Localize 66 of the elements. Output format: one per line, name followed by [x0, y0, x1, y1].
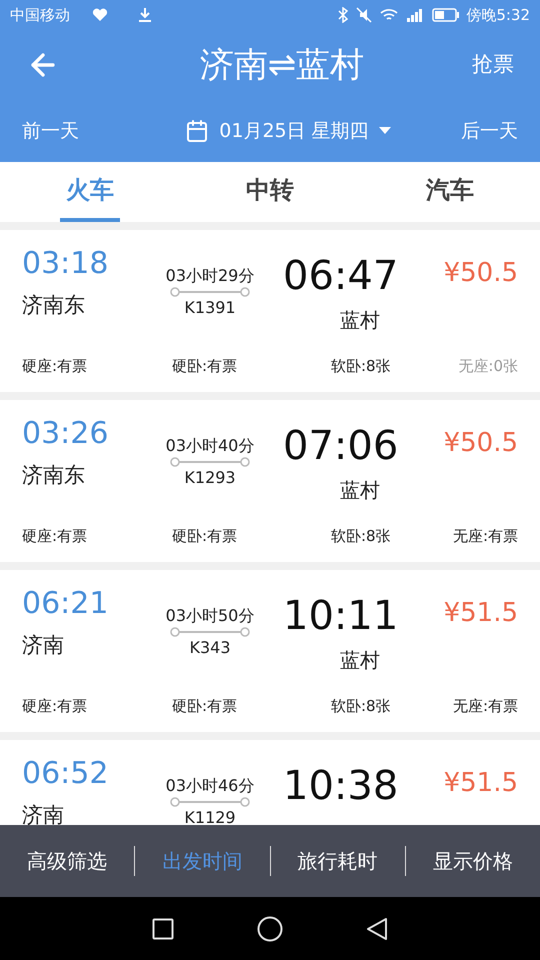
clock: 傍晚5:32 [466, 4, 530, 26]
duration: 03小时40分 [166, 436, 254, 456]
tab[interactable]: 汽车 [420, 162, 480, 222]
seat-availability: 硬卧:有票 [172, 696, 238, 716]
price: ¥51.5 [444, 598, 518, 630]
heart-icon [92, 8, 108, 22]
dropdown-caret-icon [378, 127, 391, 135]
wifi-icon [380, 8, 398, 22]
train-number: K343 [189, 638, 231, 658]
back-icon[interactable] [366, 916, 388, 940]
train-number: K1391 [184, 298, 236, 318]
arrival-time: 10:38 [283, 764, 398, 808]
arrival-time: 10:11 [283, 594, 398, 638]
departure-station: 济南东 [22, 292, 86, 318]
route-line-icon [169, 626, 251, 638]
departure-time: 03:26 [22, 416, 110, 452]
calendar-icon [185, 119, 210, 143]
price: ¥51.5 [444, 768, 518, 800]
download-icon [138, 7, 152, 23]
seat-availability: 无座:有票 [452, 696, 518, 716]
arrival-station: 蓝村 [340, 648, 381, 672]
route-line-icon [169, 456, 251, 468]
arrival-time: 06:47 [283, 254, 398, 298]
duration: 03小时29分 [166, 266, 254, 286]
route-line-icon [169, 286, 251, 298]
seat-availability: 软卧:8张 [331, 526, 392, 546]
arrival-time: 07:06 [283, 424, 398, 468]
sort-option[interactable]: 高级筛选 [27, 846, 108, 876]
train-number: K1293 [184, 468, 236, 488]
train-card[interactable]: 06:21 济南 03小时50分 K343 10:11 蓝村 ¥51.5 硬座:有票 硬卧:有票 软卧:8张 无座:有票 [0, 570, 540, 732]
seat-availability: 硬座:有票 [22, 356, 88, 376]
route-line-icon [169, 796, 251, 808]
sort-option[interactable]: 显示价格 [432, 846, 513, 876]
seat-availability: 无座:0张 [458, 356, 518, 376]
carrier: 中国移动 [10, 4, 70, 26]
departure-time: 03:18 [22, 246, 110, 282]
duration: 03小时50分 [166, 606, 254, 626]
train-card[interactable]: 03:26 济南东 03小时40分 K1293 07:06 蓝村 ¥50.5 硬座:有票 硬卧:有票 软卧:8张 无座:有票 [0, 400, 540, 562]
price: ¥50.5 [444, 258, 518, 290]
arrival-station: 蓝村 [340, 308, 381, 332]
recents-icon[interactable] [152, 918, 174, 940]
seat-availability: 硬座:有票 [22, 526, 88, 546]
price: ¥50.5 [444, 428, 518, 460]
departure-time: 06:21 [22, 586, 110, 622]
home-icon[interactable] [256, 916, 283, 942]
tab[interactable]: 中转 [240, 162, 300, 222]
seat-availability: 硬座:有票 [22, 696, 88, 716]
departure-station: 济南东 [22, 462, 86, 488]
sort-option[interactable]: 旅行耗时 [298, 846, 378, 876]
seat-availability: 硬卧:有票 [172, 526, 238, 546]
arrival-station: 蓝村 [340, 478, 381, 502]
train-number: K1129 [184, 808, 236, 825]
departure-station: 济南 [22, 802, 65, 825]
mute-icon [356, 7, 372, 23]
seat-availability: 无座:有票 [452, 526, 518, 546]
duration: 03小时46分 [166, 776, 254, 796]
train-card[interactable]: 06:52 济南 03小时46分 K1129 10:38 ¥51.5 [0, 740, 540, 825]
battery-icon [432, 8, 460, 22]
signal-icon [406, 8, 424, 22]
train-card[interactable]: 03:18 济南东 03小时29分 K1391 06:47 蓝村 ¥50.5 硬座:有票 硬卧:有票 软卧:8张 无座:0张 [0, 230, 540, 392]
seat-availability: 硬卧:有票 [172, 356, 238, 376]
seat-availability: 软卧:8张 [331, 696, 392, 716]
seat-availability: 软卧:8张 [331, 356, 392, 376]
departure-station: 济南 [22, 632, 65, 658]
departure-time: 06:52 [22, 756, 110, 792]
bluetooth-icon [338, 7, 348, 23]
